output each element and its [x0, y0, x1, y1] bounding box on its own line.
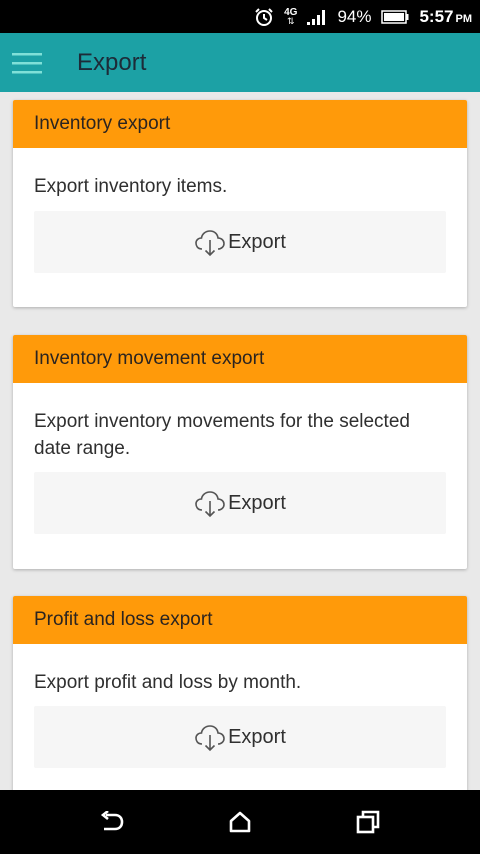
- recent-apps-button[interactable]: [348, 804, 388, 840]
- battery-percent: 94%: [337, 6, 372, 26]
- status-bar: 4G ⇅ 94% 5:57 PM: [0, 0, 480, 33]
- clock-time: 5:57: [419, 6, 454, 26]
- home-icon: [229, 811, 251, 833]
- cloud-download-icon: [194, 490, 226, 518]
- recent-apps-icon: [356, 810, 380, 834]
- cloud-download-icon: [194, 724, 226, 752]
- back-icon: [100, 811, 124, 831]
- profit-and-loss-export-button[interactable]: Export: [34, 706, 446, 768]
- export-list[interactable]: Inventory export Export inventory items.…: [0, 92, 480, 790]
- hamburger-menu-icon: [12, 52, 42, 73]
- home-button[interactable]: [220, 804, 260, 840]
- data-arrows-icon: ⇅: [286, 15, 295, 26]
- system-nav-bar: [0, 790, 480, 854]
- profit-and-loss-export-card: Profit and loss export Export profit and…: [13, 596, 467, 790]
- menu-button[interactable]: [0, 33, 57, 92]
- export-button-label: Export: [228, 725, 286, 748]
- alarm-clock-icon: [254, 7, 274, 27]
- export-button-label: Export: [228, 491, 286, 514]
- card-title: Inventory export: [13, 100, 467, 148]
- back-button[interactable]: [92, 804, 132, 840]
- export-button-label: Export: [228, 230, 286, 253]
- battery-icon: [381, 9, 409, 24]
- inventory-movement-export-card: Inventory movement export Export invento…: [13, 335, 467, 569]
- inventory-export-button[interactable]: Export: [34, 211, 446, 273]
- page-title: Export: [77, 48, 147, 76]
- cloud-download-icon: [194, 229, 226, 257]
- clock: 5:57 PM: [419, 7, 472, 27]
- card-description: Export inventory movements for the selec…: [34, 411, 410, 459]
- network-4g-icon: 4G ⇅: [284, 7, 297, 26]
- card-title: Profit and loss export: [13, 596, 467, 644]
- signal-icon: [307, 9, 327, 25]
- inventory-export-card: Inventory export Export inventory items.…: [13, 100, 467, 307]
- card-title: Inventory movement export: [13, 335, 467, 383]
- app-bar: Export: [0, 33, 480, 92]
- clock-ampm: PM: [455, 12, 473, 25]
- card-description: Export inventory items.: [34, 176, 228, 197]
- inventory-movement-export-button[interactable]: Export: [34, 472, 446, 534]
- card-description: Export profit and loss by month.: [34, 672, 302, 693]
